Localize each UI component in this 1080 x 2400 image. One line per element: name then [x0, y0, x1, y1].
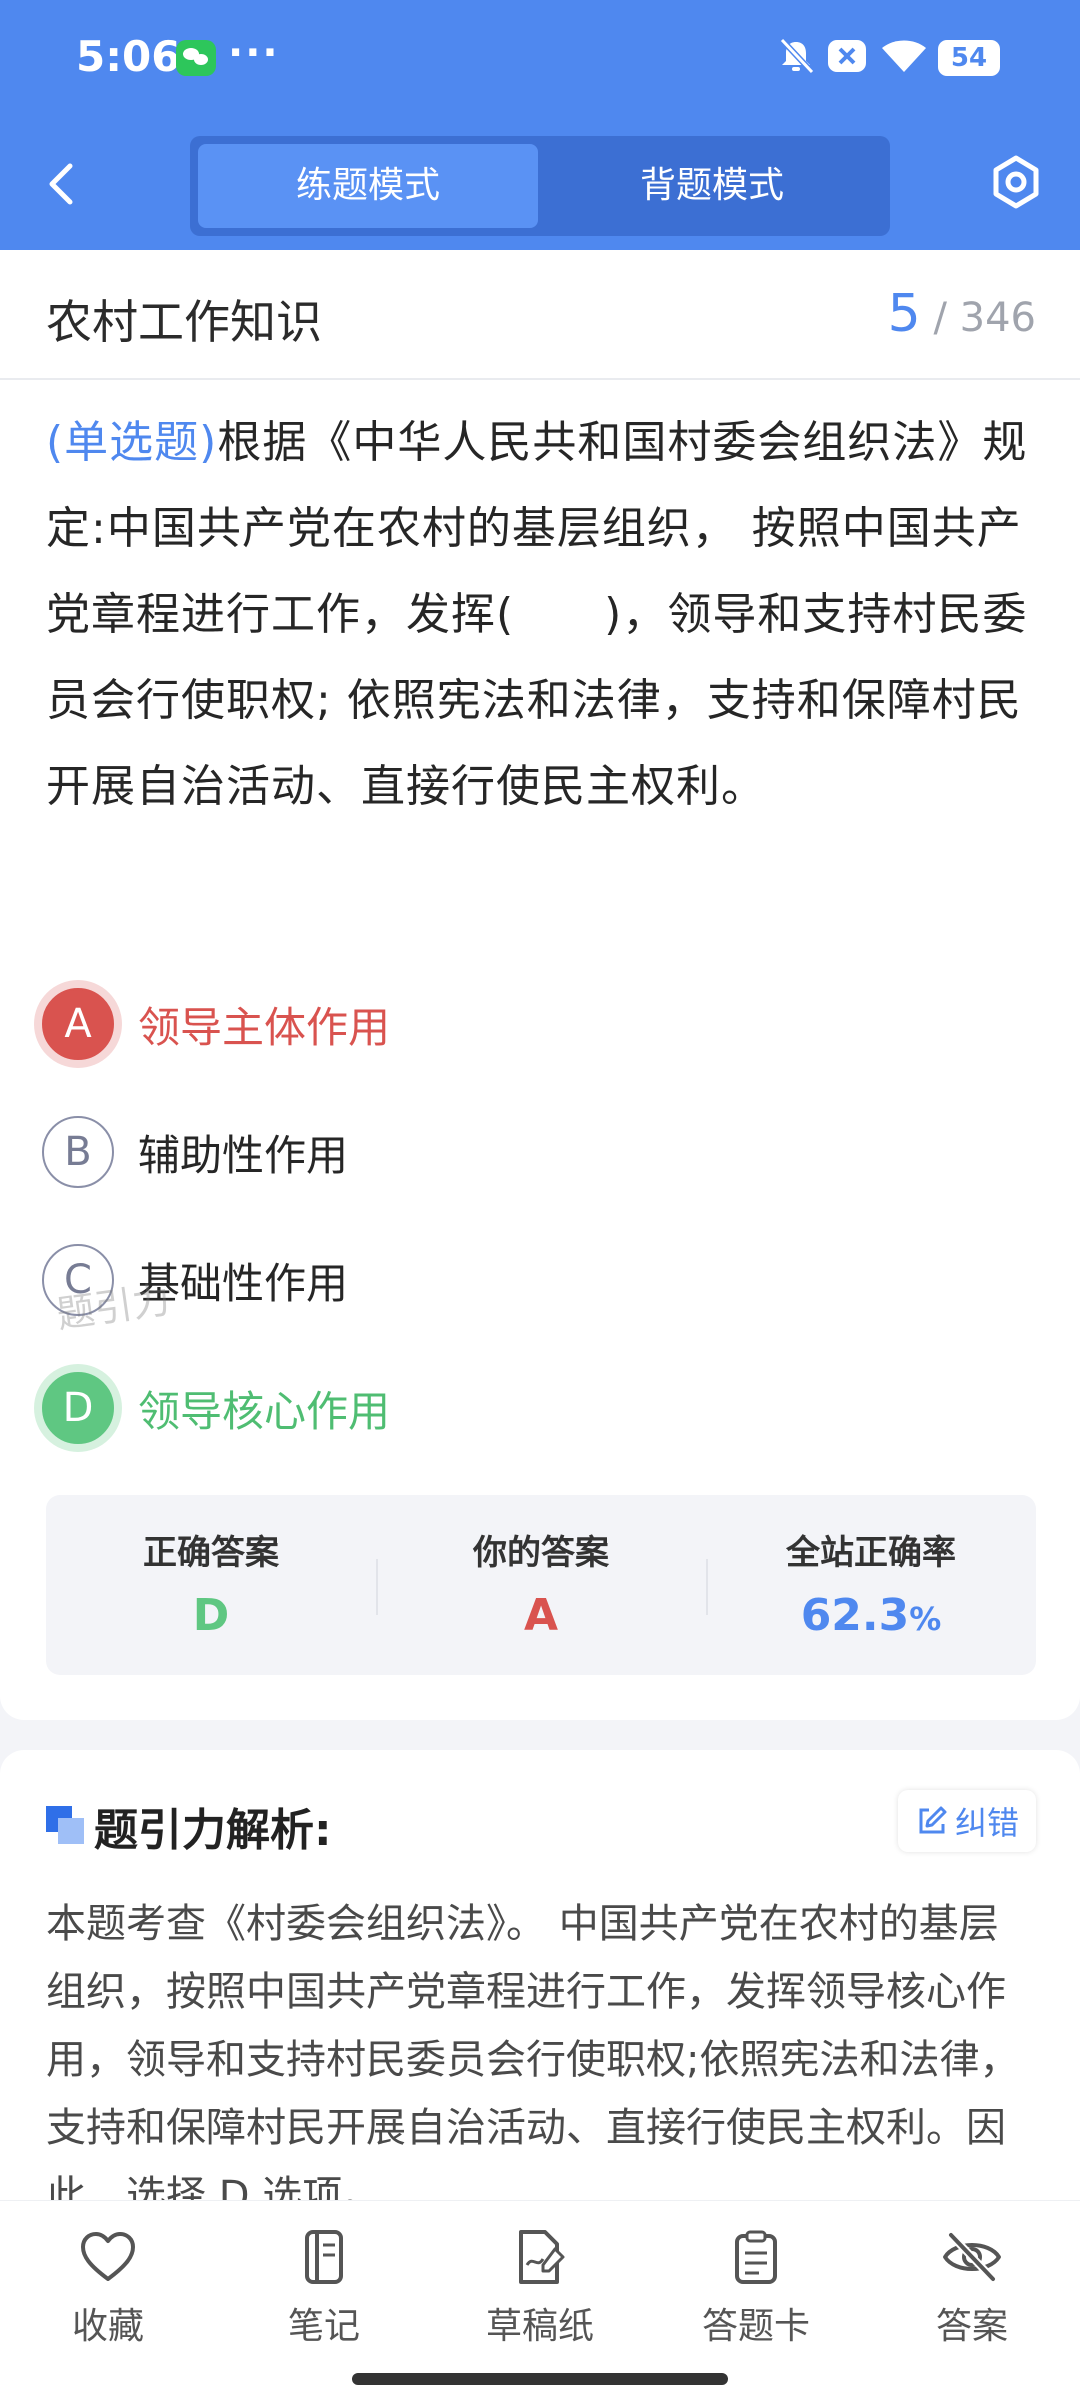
- no-sim-icon: [828, 40, 866, 72]
- counter-separator: /: [933, 295, 960, 341]
- question-category: 农村工作知识: [46, 295, 322, 349]
- nav-bar: 练题模式 背题模式: [0, 120, 1080, 250]
- show-answer-label: 答案: [935, 2306, 1008, 2347]
- question-type: (单选题): [46, 417, 218, 468]
- accuracy-value: 62.3%: [706, 1590, 1036, 1641]
- option-letter: D: [42, 1372, 114, 1444]
- answer-sheet-label: 答题卡: [701, 2306, 810, 2347]
- option-b[interactable]: B 辅助性作用: [42, 1088, 1042, 1216]
- settings-icon[interactable]: [990, 154, 1042, 210]
- heart-icon: [81, 2232, 135, 2281]
- current-question-number: 5: [887, 284, 921, 344]
- correct-answer-value: D: [192, 1590, 230, 1641]
- more-notifications: ···: [228, 30, 280, 76]
- wechat-icon: [176, 40, 216, 76]
- bell-muted-icon: [779, 37, 815, 75]
- correct-answer-label: 正确答案: [143, 1533, 279, 1573]
- answer-sheet-icon: [735, 2230, 777, 2284]
- your-answer-label: 你的答案: [473, 1533, 609, 1573]
- mode-switcher: 练题模式 背题模式: [190, 136, 890, 236]
- accuracy-block: 全站正确率 62.3%: [706, 1495, 1036, 1675]
- analysis-text: 本题考查《村委会组织法》。 中国共产党在农村的基层组织，按照中国共产党章程进行工…: [46, 1901, 1020, 2219]
- battery-icon: 54: [938, 40, 1000, 76]
- option-text: 辅助性作用: [138, 1130, 349, 1180]
- option-text: 领导核心作用: [138, 1386, 391, 1436]
- question-body: 根据《中华人民共和国村委会组织法》规定:中国共产党在农村的基层组织， 按照中国共…: [46, 417, 1028, 812]
- eye-off-icon: [943, 2232, 1001, 2282]
- tab-memorize-mode[interactable]: 背题模式: [542, 144, 882, 228]
- option-letter: A: [42, 988, 114, 1060]
- question-card: 农村工作知识 5 / 346 (单选题)根据《中华人民共和国村委会组织法》规定:…: [0, 250, 1080, 1720]
- back-icon[interactable]: [42, 160, 86, 208]
- option-c[interactable]: C 基础性作用: [42, 1216, 1042, 1344]
- your-answer-value: A: [523, 1590, 559, 1641]
- answer-sheet-button[interactable]: 答题卡: [656, 2229, 856, 2349]
- option-d[interactable]: D 领导核心作用: [42, 1344, 1042, 1472]
- notebook-icon: [305, 2230, 343, 2284]
- favorite-label: 收藏: [71, 2306, 144, 2347]
- total-question-count: 346: [959, 295, 1036, 341]
- home-indicator[interactable]: [352, 2373, 728, 2385]
- top-bar: 5:06 ··· 54 练题模式 背题模式: [0, 0, 1080, 250]
- status-bar: 5:06 ··· 54: [0, 0, 1080, 120]
- report-error-button[interactable]: 纠错: [898, 1790, 1036, 1852]
- accuracy-number: 62.3: [800, 1590, 910, 1641]
- option-text: 领导主体作用: [138, 1002, 391, 1052]
- analysis-title: 题引力解析:: [94, 1805, 332, 1856]
- tab-practice-mode[interactable]: 练题模式: [198, 144, 538, 228]
- draft-paper-icon: [519, 2230, 565, 2284]
- answer-summary: 正确答案 D 你的答案 A 全站正确率 62.3%: [46, 1495, 1036, 1675]
- bottom-toolbar: 收藏 笔记 草稿纸 答题卡 答案: [0, 2200, 1080, 2400]
- status-time: 5:06: [76, 32, 181, 81]
- answer-options: A 领导主体作用 B 辅助性作用 C 基础性作用 D 领导核心作用 题引力: [42, 960, 1042, 1472]
- draft-paper-button[interactable]: 草稿纸: [440, 2229, 640, 2349]
- question-header: 农村工作知识 5 / 346: [0, 250, 1080, 380]
- notes-button[interactable]: 笔记: [224, 2229, 424, 2349]
- page: 5:06 ··· 54 练题模式 背题模式 农村工作知识 5 / 346 (单选…: [0, 0, 1080, 2400]
- edit-icon: [919, 1806, 947, 1834]
- correct-answer-block: 正确答案 D: [46, 1495, 376, 1675]
- option-letter: B: [42, 1116, 114, 1188]
- your-answer-block: 你的答案 A: [376, 1495, 706, 1675]
- option-a[interactable]: A 领导主体作用: [42, 960, 1042, 1088]
- accuracy-label: 全站正确率: [786, 1533, 956, 1573]
- analysis-icon: [46, 1806, 86, 1846]
- wifi-icon: [882, 40, 926, 72]
- accuracy-unit: %: [909, 1600, 942, 1638]
- analysis-card: 题引力解析: 纠错 本题考查《村委会组织法》。 中国共产党在农村的基层组织，按照…: [0, 1750, 1080, 2220]
- question-counter: 5 / 346: [888, 284, 1036, 344]
- show-answer-button[interactable]: 答案: [872, 2229, 1072, 2349]
- report-error-label: 纠错: [954, 1804, 1019, 1842]
- notes-label: 笔记: [287, 2306, 360, 2347]
- favorite-button[interactable]: 收藏: [8, 2229, 208, 2349]
- question-text: (单选题)根据《中华人民共和国村委会组织法》规定:中国共产党在农村的基层组织， …: [46, 400, 1036, 830]
- draft-paper-label: 草稿纸: [485, 2306, 594, 2347]
